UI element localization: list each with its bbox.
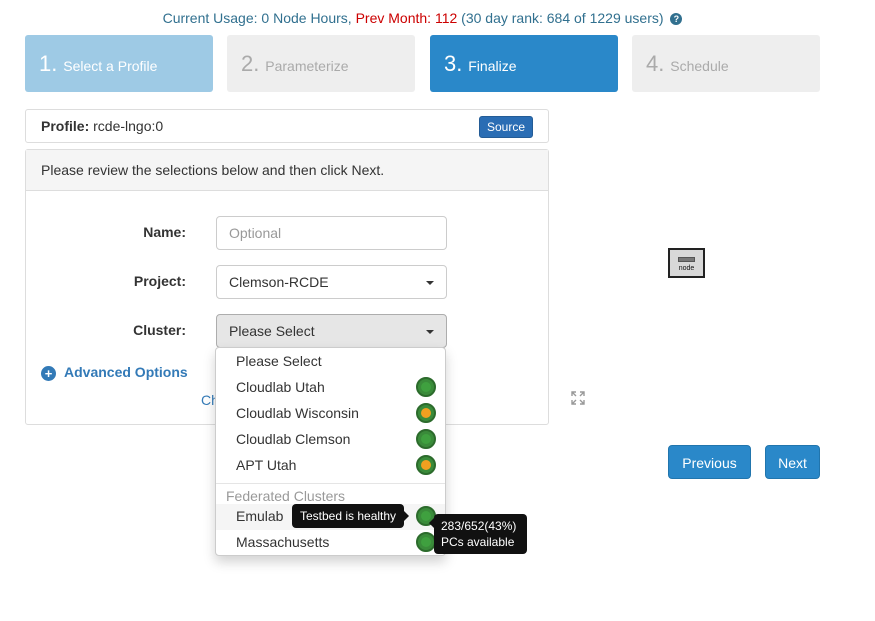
cluster-option-cloudlab-utah[interactable]: Cloudlab Utah xyxy=(216,375,445,401)
expand-icon[interactable] xyxy=(571,391,585,405)
step-label: Parameterize xyxy=(265,58,349,74)
step-label: Schedule xyxy=(670,58,729,74)
step-label: Select a Profile xyxy=(63,58,158,74)
step-label: Finalize xyxy=(468,58,517,74)
cluster-option-please-select[interactable]: Please Select xyxy=(216,349,445,375)
chevron-down-icon xyxy=(426,281,434,285)
prev-month-label: Prev Month: xyxy=(355,10,432,26)
step-number: 4. xyxy=(646,51,665,76)
cluster-option-label: Cloudlab Clemson xyxy=(236,431,351,447)
name-input[interactable]: Optional xyxy=(216,216,447,250)
step-schedule: 4. Schedule xyxy=(632,35,820,92)
source-button[interactable]: Source xyxy=(478,116,533,138)
availability-count: 283/652(43%) xyxy=(441,519,517,533)
cluster-select-value: Please Select xyxy=(229,323,315,339)
health-tooltip: Testbed is healthy xyxy=(292,504,410,528)
status-healthy-icon xyxy=(416,429,436,449)
profile-label: Profile: xyxy=(41,118,90,134)
status-warning-icon xyxy=(416,455,436,475)
step-number: 3. xyxy=(444,51,463,76)
project-select[interactable]: Clemson-RCDE xyxy=(216,265,447,299)
node-label: node xyxy=(678,265,695,272)
step-finalize: 3. Finalize xyxy=(430,35,618,92)
profile-bar: Profile: rcde-lngo:0 Source xyxy=(25,109,549,143)
panel-instructions: Please review the selections below and t… xyxy=(26,150,548,191)
project-select-value: Clemson-RCDE xyxy=(229,274,329,290)
step-select-profile[interactable]: 1. Select a Profile xyxy=(25,35,213,92)
cluster-label: Cluster: xyxy=(133,322,186,338)
status-healthy-icon xyxy=(416,532,436,552)
cluster-option-apt-utah[interactable]: APT Utah xyxy=(216,453,445,479)
step-parameterize: 2. Parameterize xyxy=(227,35,415,92)
cluster-option-label: Massachusetts xyxy=(236,534,330,550)
usage-summary: Current Usage: 0 Node Hours, Prev Month:… xyxy=(0,10,845,26)
cluster-option-massachusetts[interactable]: Massachusetts xyxy=(216,530,445,556)
status-warning-icon xyxy=(416,403,436,423)
advanced-options-toggle[interactable]: + Advanced Options xyxy=(41,364,188,381)
topology-node[interactable]: node xyxy=(668,248,705,278)
status-healthy-icon xyxy=(416,377,436,397)
server-icon xyxy=(678,257,695,262)
usage-rank: (30 day rank: 684 of 1229 users) xyxy=(461,10,664,26)
profile-value: rcde-lngo:0 xyxy=(93,118,164,134)
plus-circle-icon: + xyxy=(41,366,56,381)
help-icon[interactable]: ? xyxy=(670,13,683,25)
cluster-option-cloudlab-wisconsin[interactable]: Cloudlab Wisconsin xyxy=(216,401,445,427)
availability-label: PCs available xyxy=(441,535,515,549)
prev-month-value: 112 xyxy=(434,10,458,26)
cluster-option-label: Cloudlab Utah xyxy=(236,379,325,395)
previous-button[interactable]: Previous xyxy=(668,445,751,479)
cluster-option-label: Cloudlab Wisconsin xyxy=(236,405,359,421)
next-button[interactable]: Next xyxy=(765,445,820,479)
step-number: 1. xyxy=(39,51,58,76)
advanced-options-label: Advanced Options xyxy=(64,364,188,380)
step-number: 2. xyxy=(241,51,260,76)
project-label: Project: xyxy=(133,273,186,289)
current-usage-label: Current Usage: xyxy=(162,10,258,26)
availability-tooltip: 283/652(43%) PCs available xyxy=(429,514,527,554)
cluster-option-label: APT Utah xyxy=(236,457,297,473)
current-usage-value: 0 Node Hours, xyxy=(261,10,352,26)
cluster-option-label: Emulab xyxy=(236,508,284,524)
cluster-option-cloudlab-clemson[interactable]: Cloudlab Clemson xyxy=(216,427,445,453)
chevron-down-icon xyxy=(426,330,434,334)
cluster-select[interactable]: Please Select xyxy=(216,314,447,348)
name-label: Name: xyxy=(143,224,186,240)
